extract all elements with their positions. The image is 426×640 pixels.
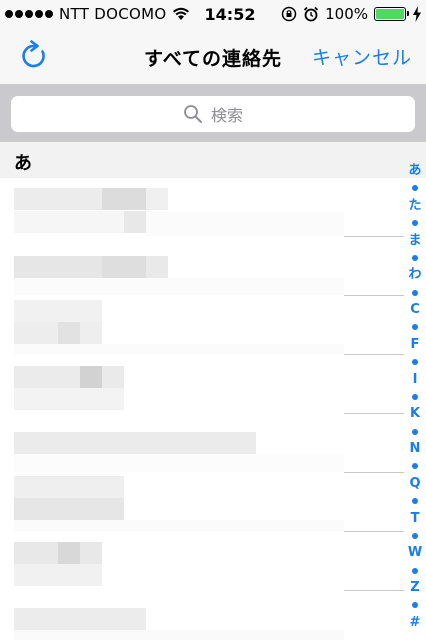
index-dot[interactable] (412, 498, 418, 505)
contact-row[interactable] (0, 178, 426, 237)
index-dot[interactable] (412, 463, 418, 470)
index-dot[interactable] (412, 567, 418, 574)
charging-bolt-icon (413, 6, 421, 22)
contact-name-obscured (14, 256, 102, 278)
contact-detail-obscured (14, 211, 124, 233)
index-letter[interactable]: N (410, 442, 421, 456)
index-letter[interactable]: Q (409, 476, 420, 491)
rotation-lock-icon (281, 6, 297, 22)
search-icon (184, 105, 202, 123)
index-letter[interactable]: Z (410, 581, 419, 595)
index-dot[interactable] (412, 220, 418, 227)
index-dot[interactable] (412, 393, 418, 400)
contact-row[interactable] (0, 414, 426, 473)
index-letter[interactable]: わ (408, 268, 421, 282)
index-dot[interactable] (412, 324, 418, 331)
contact-detail-obscured (14, 630, 344, 640)
contact-name-obscured (58, 542, 80, 564)
contact-detail-obscured (146, 212, 344, 236)
contact-name-obscured (14, 432, 256, 454)
index-dot[interactable] (412, 254, 418, 261)
index-letter[interactable]: C (410, 303, 420, 317)
index-letter[interactable]: た (408, 198, 421, 213)
contact-row[interactable] (0, 532, 426, 591)
battery-percent: 100% (325, 5, 368, 23)
section-header: あ (0, 142, 426, 178)
signal-strength-icon (5, 10, 53, 18)
search-placeholder: 検索 (210, 106, 243, 125)
battery-fill (376, 9, 404, 19)
index-dot[interactable] (412, 185, 418, 192)
contact-detail-obscured (14, 454, 344, 472)
index-letter[interactable]: あ (408, 164, 421, 178)
contact-row[interactable] (0, 237, 426, 296)
contact-row[interactable] (0, 296, 426, 355)
index-letter[interactable]: # (410, 615, 421, 630)
section-title: あ (14, 153, 32, 174)
wifi-icon (173, 7, 190, 20)
index-letter[interactable]: T (411, 511, 420, 526)
contact-detail-obscured (14, 564, 102, 586)
clock-label: 14:52 (204, 5, 256, 24)
contact-detail-obscured (14, 388, 124, 410)
index-letter[interactable]: K (410, 407, 420, 421)
index-letter[interactable]: F (411, 337, 420, 352)
contact-detail-obscured (14, 322, 58, 344)
contact-name-obscured (102, 256, 146, 278)
contact-name-obscured (102, 366, 124, 388)
index-letter[interactable]: W (408, 546, 422, 560)
status-bar: NTT DOCOMO 14:52 100% (0, 0, 426, 28)
contact-row[interactable] (0, 591, 426, 640)
contact-name-obscured (14, 366, 80, 388)
navigation-bar: すべての連絡先 キャンセル (0, 28, 426, 84)
contact-name-obscured (102, 188, 146, 210)
battery-icon (374, 7, 409, 21)
status-left: NTT DOCOMO (5, 5, 190, 23)
contact-name-obscured (14, 188, 102, 210)
cancel-button[interactable]: キャンセル (312, 43, 412, 70)
index-dot[interactable] (412, 532, 418, 539)
contact-detail-obscured (14, 498, 124, 520)
contact-name-obscured (14, 476, 124, 498)
contact-detail-obscured (58, 322, 80, 344)
contact-name-obscured (14, 300, 102, 322)
contact-name-obscured (14, 608, 146, 630)
index-letter[interactable]: I (413, 372, 418, 387)
contact-detail-obscured (80, 322, 102, 344)
alarm-icon (303, 6, 319, 22)
contact-list (0, 178, 426, 640)
contact-name-obscured (80, 366, 102, 388)
search-bar: 検索 (0, 84, 426, 142)
section-index[interactable]: あたまわ C F I K N Q T W Z # (404, 164, 426, 630)
search-input[interactable]: 検索 (11, 96, 415, 132)
status-right: 100% (281, 5, 422, 23)
index-dot[interactable] (412, 359, 418, 366)
contact-name-obscured (146, 188, 168, 210)
contact-detail-obscured (14, 344, 344, 354)
contact-name-obscured (146, 256, 168, 278)
carrier-label: NTT DOCOMO (59, 5, 167, 23)
index-dot[interactable] (412, 602, 418, 609)
contact-detail-obscured (14, 278, 344, 295)
contact-detail-obscured (14, 520, 344, 531)
index-dot[interactable] (412, 289, 418, 296)
index-letter[interactable]: ま (408, 233, 421, 248)
contact-row[interactable] (0, 355, 426, 414)
contact-detail-obscured (124, 211, 146, 233)
contact-row[interactable] (0, 473, 426, 532)
index-dot[interactable] (412, 428, 418, 435)
